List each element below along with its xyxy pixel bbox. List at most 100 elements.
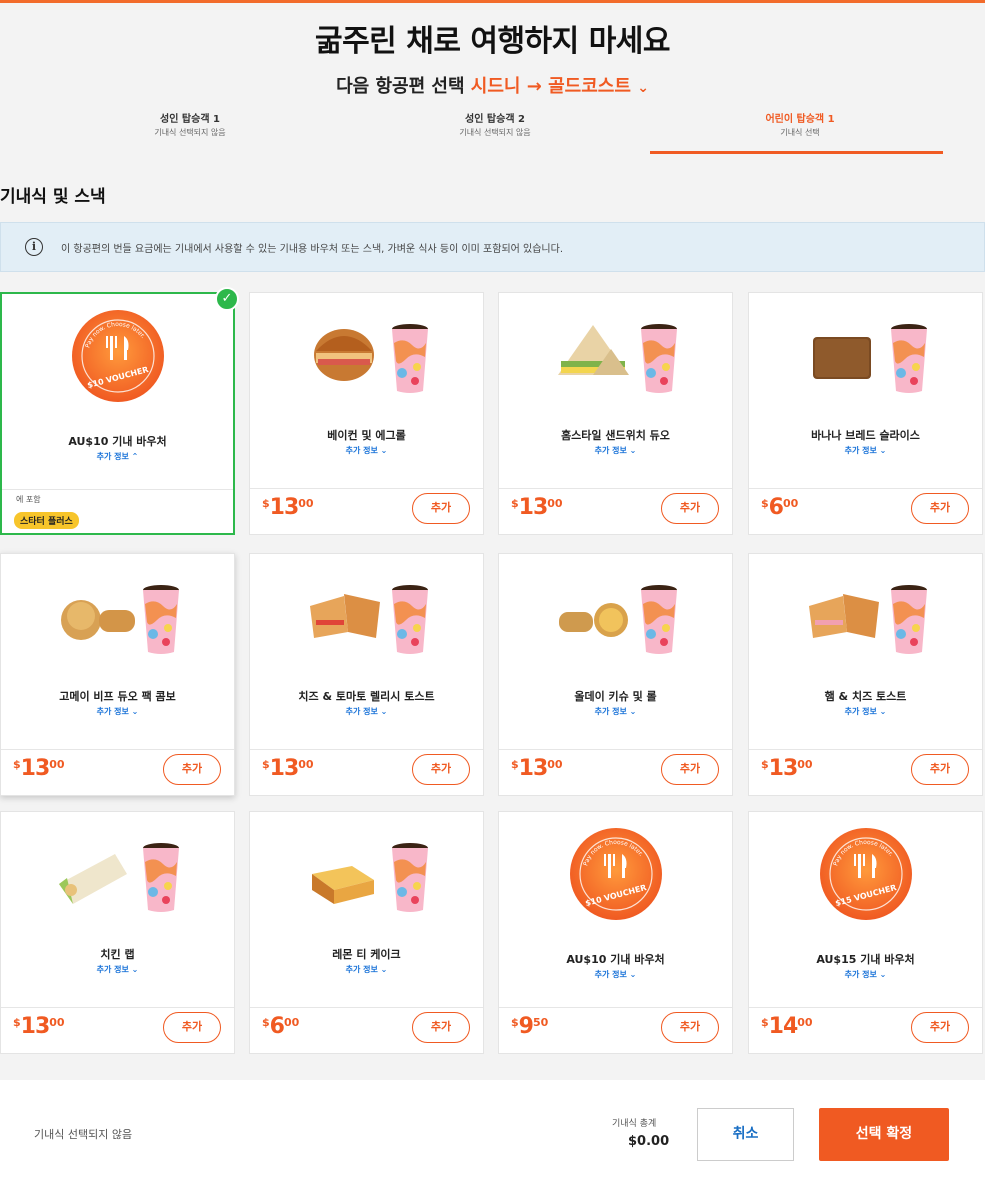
add-button[interactable]: 추가: [911, 493, 969, 524]
info-icon: i: [25, 238, 43, 256]
add-button[interactable]: 추가: [911, 754, 969, 785]
more-info-link[interactable]: 추가 정보 ⌄: [499, 706, 732, 717]
flight-selector-prefix: 다음 항공편 선택: [336, 76, 465, 97]
more-info-label: 추가 정보: [345, 707, 378, 716]
price-dollars: 13: [518, 756, 549, 781]
meal-card[interactable]: 레몬 티 케이크 추가 정보 ⌄ $600 추가: [249, 811, 484, 1054]
food-image: [55, 834, 181, 914]
price-cents: 00: [782, 497, 799, 510]
add-button[interactable]: 추가: [163, 754, 221, 785]
item-price: $1300: [262, 756, 314, 781]
price-dollars: 6: [269, 1014, 285, 1039]
meal-card[interactable]: Pay now. Choose later. $10 VOUCHER AU$10…: [0, 287, 239, 535]
active-tab-indicator: [650, 151, 943, 154]
more-info-link[interactable]: 추가 정보 ⌄: [499, 969, 732, 980]
add-button[interactable]: 추가: [163, 1012, 221, 1043]
meal-card[interactable]: 올데이 키슈 및 롤 추가 정보 ⌄ $1300 추가: [498, 553, 733, 796]
item-price: $600: [262, 1014, 299, 1039]
add-button[interactable]: 추가: [911, 1012, 969, 1043]
more-info-link[interactable]: 추가 정보 ⌄: [250, 964, 483, 975]
card-divider: [499, 749, 732, 750]
chevron-down-icon: ⌄: [380, 446, 388, 455]
flight-selector[interactable]: 다음 항공편 선택 시드니 → 골드코스트 ⌄: [0, 72, 985, 98]
meal-card[interactable]: 햄 & 치즈 토스트 추가 정보 ⌄ $1300 추가: [748, 553, 983, 796]
food-image: [553, 315, 679, 395]
item-name: 바나나 브레드 슬라이스: [811, 429, 920, 442]
item-price: $1300: [761, 756, 813, 781]
checkmark-icon: ✓: [215, 287, 239, 311]
meal-card[interactable]: 바나나 브레드 슬라이스 추가 정보 ⌄ $600 추가: [748, 292, 983, 535]
meal-card[interactable]: 홈스타일 샌드위치 듀오 추가 정보 ⌄ $1300 추가: [498, 292, 733, 535]
add-button[interactable]: 추가: [412, 493, 470, 524]
item-name: 레몬 티 케이크: [332, 948, 401, 961]
add-button[interactable]: 추가: [412, 1012, 470, 1043]
more-info-link[interactable]: 추가 정보 ⌄: [1, 706, 234, 717]
section-title: 기내식 및 스낵: [0, 187, 106, 207]
more-info-label: 추가 정보: [96, 452, 129, 461]
price-dollars: 13: [269, 495, 300, 520]
item-name: 베이컨 및 에그롤: [327, 429, 406, 442]
meal-card[interactable]: Pay now. Choose later. $10 VOUCHER AU$10…: [498, 811, 733, 1054]
meal-total-label: 기내식 총계: [612, 1119, 657, 1129]
item-name: 고메이 비프 듀오 팩 콤보: [59, 690, 176, 703]
footer-meal-status: 기내식 선택되지 않음: [34, 1128, 133, 1141]
card-divider: [1, 1007, 234, 1008]
top-accent-line: [0, 0, 985, 3]
price-currency: $: [262, 1016, 270, 1029]
food-image: [803, 315, 929, 395]
item-price: $950: [511, 1014, 548, 1039]
more-info-link[interactable]: 추가 정보 ⌄: [499, 445, 732, 456]
add-button[interactable]: 추가: [412, 754, 470, 785]
price-cents: 00: [797, 758, 813, 771]
tab-child-1[interactable]: 어린이 탑승객 1 기내식 선택: [650, 110, 950, 154]
chevron-down-icon: ⌄: [380, 965, 388, 974]
price-currency: $: [761, 758, 769, 771]
more-info-label: 추가 정보: [844, 446, 877, 455]
add-button[interactable]: 추가: [661, 754, 719, 785]
more-info-link[interactable]: 추가 정보 ⌄: [749, 706, 982, 717]
tab-adult-2[interactable]: 성인 탑승객 2 기내식 선택되지 않음: [345, 110, 645, 138]
price-currency: $: [761, 1016, 769, 1029]
tab-adult-1[interactable]: 성인 탑승객 1 기내식 선택되지 않음: [40, 110, 340, 138]
add-button[interactable]: 추가: [661, 1012, 719, 1043]
chevron-down-icon: ⌄: [380, 707, 388, 716]
more-info-link[interactable]: 추가 정보 ⌄: [749, 445, 982, 456]
cancel-button[interactable]: 취소: [697, 1108, 794, 1161]
chevron-down-icon: ⌄: [629, 446, 637, 455]
more-info-link[interactable]: 추가 정보 ⌄: [749, 969, 982, 980]
meal-card[interactable]: 고메이 비프 듀오 팩 콤보 추가 정보 ⌄ $1300 추가: [0, 553, 235, 796]
card-divider: [499, 1007, 732, 1008]
meal-card[interactable]: 치킨 랩 추가 정보 ⌄ $1300 추가: [0, 811, 235, 1054]
confirm-selection-button[interactable]: 선택 확정: [819, 1108, 949, 1161]
item-price: $1300: [262, 495, 314, 520]
meal-card[interactable]: 치즈 & 토마토 렐리시 토스트 추가 정보 ⌄ $1300 추가: [249, 553, 484, 796]
price-dollars: 6: [768, 495, 784, 520]
price-cents: 00: [547, 758, 563, 771]
price-currency: $: [511, 497, 519, 510]
voucher-image: Pay now. Choose later. $10 VOUCHER: [568, 826, 664, 926]
more-info-label: 추가 정보: [844, 707, 877, 716]
more-info-link[interactable]: 추가 정보 ⌄: [1, 964, 234, 975]
more-info-link[interactable]: 추가 정보 ⌃: [2, 451, 233, 462]
more-info-label: 추가 정보: [96, 965, 129, 974]
price-cents: 00: [298, 497, 314, 510]
more-info-link[interactable]: 추가 정보 ⌄: [250, 706, 483, 717]
item-name: AU$15 기내 바우처: [816, 953, 915, 966]
price-currency: $: [13, 758, 21, 771]
price-cents: 00: [49, 1016, 65, 1029]
flight-route[interactable]: 시드니 → 골드코스트: [471, 76, 631, 97]
meal-card[interactable]: Pay now. Choose later. $15 VOUCHER AU$15…: [748, 811, 983, 1054]
more-info-link[interactable]: 추가 정보 ⌄: [250, 445, 483, 456]
info-banner: i 이 항공편의 번들 요금에는 기내에서 사용할 수 있는 기내용 바우처 또…: [0, 222, 985, 272]
item-price: $1400: [761, 1014, 813, 1039]
meal-card[interactable]: 베이컨 및 에그롤 추가 정보 ⌄ $1300 추가: [249, 292, 484, 535]
item-price: $1300: [511, 495, 563, 520]
item-name: AU$10 기내 바우처: [566, 953, 665, 966]
passenger-name: 성인 탑승객 2: [465, 114, 525, 125]
price-cents: 00: [547, 497, 563, 510]
card-divider: [250, 1007, 483, 1008]
price-currency: $: [262, 758, 270, 771]
add-button[interactable]: 추가: [661, 493, 719, 524]
passenger-name: 어린이 탑승객 1: [765, 114, 835, 125]
chevron-down-icon[interactable]: ⌄: [637, 80, 649, 96]
